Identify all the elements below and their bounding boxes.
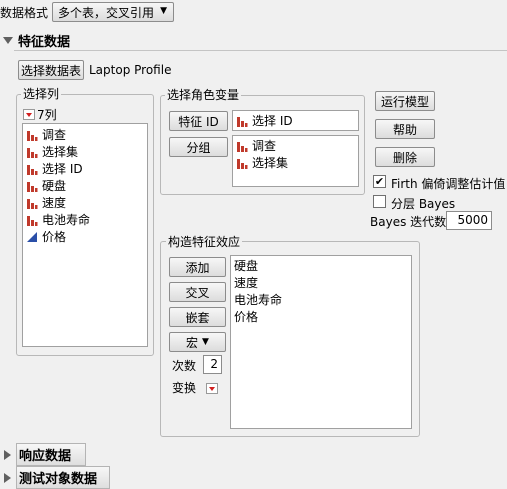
group-button[interactable]: 分组 [169,137,228,157]
feature-id-button[interactable]: 特征 ID [169,111,228,131]
nominal-bar-icon [27,181,38,192]
bayes-iterations-field[interactable]: 5000 [446,211,492,230]
macros-label: 宏 [186,335,199,350]
group-field[interactable]: 调查 选择集 [232,135,359,187]
list-item[interactable]: 选择集 [23,143,147,160]
data-format-select[interactable]: 多个表，交叉引用 ▼ [52,2,174,22]
bayes-label: 分层 Bayes [391,197,456,211]
column-count-menu[interactable]: 7列 [23,106,57,123]
expand-triangle-icon[interactable] [4,449,11,460]
chevron-down-icon: ▼ [202,337,209,347]
data-format-value: 多个表，交叉引用 [58,5,155,20]
nominal-bar-icon [237,141,248,152]
nominal-bar-icon [27,130,38,141]
red-triangle-menu-icon[interactable] [23,109,35,120]
feature-id-value: 选择 ID [252,114,293,128]
firth-label: Firth 偏倚调整估计值 [391,177,506,191]
list-item[interactable]: 电池寿命 [234,291,411,308]
cross-button[interactable]: 交叉 [169,282,226,302]
firth-checkbox[interactable]: ✔ [373,175,386,188]
construct-effects-title: 构造特征效应 [166,235,243,249]
degree-field[interactable]: 2 [203,355,222,374]
feature-id-field[interactable]: 选择 ID [232,110,359,131]
transform-label: 变换 [172,381,197,395]
checkmark-icon: ✔ [374,175,385,188]
select-table-button[interactable]: 选择数据表 [18,60,84,80]
feature-section-title: 特征数据 [18,35,71,50]
list-item[interactable]: 选择 ID [23,160,147,177]
list-item[interactable]: 速度 [23,194,147,211]
select-columns-title: 选择列 [21,87,62,101]
nominal-bar-icon [237,158,248,169]
delete-button[interactable]: 删除 [375,147,435,167]
list-item[interactable]: 价格 [23,228,147,245]
nominal-bar-icon [27,164,38,175]
role-variables-title: 选择角色变量 [165,88,242,102]
nominal-bar-icon [27,147,38,158]
list-item[interactable]: 选择集 [233,154,358,171]
list-item[interactable]: 硬盘 [23,177,147,194]
add-button[interactable]: 添加 [169,257,226,277]
collapse-triangle-icon[interactable] [3,37,13,44]
degree-label: 次数 [172,359,197,373]
list-item[interactable]: 价格 [234,308,411,325]
nominal-bar-icon [27,198,38,209]
feature-section-header[interactable]: 特征数据 [3,31,70,50]
macros-button[interactable]: 宏 ▼ [169,332,226,352]
help-button[interactable]: 帮助 [375,119,435,139]
column-list[interactable]: 调查 选择集 选择 ID 硬盘 速度 电池寿命 价格 [22,123,148,347]
bayes-checkbox[interactable] [373,195,386,208]
chevron-down-icon: ▼ [160,6,167,16]
nest-button[interactable]: 嵌套 [169,307,226,327]
run-model-button[interactable]: 运行模型 [375,91,435,111]
nominal-bar-icon [27,215,38,226]
effects-list[interactable]: 硬盘 速度 电池寿命 价格 [230,255,412,429]
list-item[interactable]: 调查 [23,126,147,143]
list-item[interactable]: 速度 [234,274,411,291]
data-format-label: 数据格式 [0,6,49,20]
nominal-bar-icon [237,116,248,127]
list-item[interactable]: 硬盘 [234,257,411,274]
response-section-header[interactable]: 响应数据 [4,443,87,466]
transform-red-triangle-icon[interactable] [206,383,218,394]
bayes-iterations-label: Bayes 迭代数 [370,215,447,229]
subject-section-title: 测试对象数据 [16,466,111,489]
response-section-title: 响应数据 [16,443,87,466]
column-count-label: 7列 [37,108,57,122]
list-item[interactable]: 电池寿命 [23,211,147,228]
section-divider [14,50,507,51]
expand-triangle-icon[interactable] [4,472,11,483]
table-name: Laptop Profile [89,63,172,77]
list-item[interactable]: 调查 [233,137,358,154]
subject-section-header[interactable]: 测试对象数据 [4,466,111,489]
continuous-ramp-icon [27,231,37,242]
